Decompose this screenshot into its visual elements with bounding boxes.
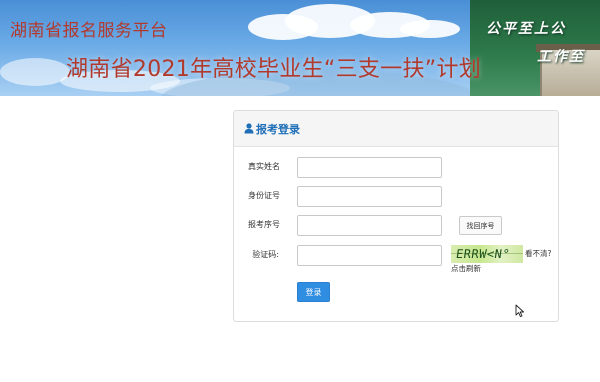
header-banner: 湖南省报名服务平台 湖南省2021年高校毕业生“三支一扶”计划 公平至上公 工作…: [0, 0, 600, 96]
login-button[interactable]: 登录: [297, 282, 330, 302]
id-number-input[interactable]: [297, 186, 442, 207]
name-row: 真实姓名: [234, 157, 560, 179]
name-label: 真实姓名: [248, 162, 280, 171]
captcha-label: 验证码:: [252, 250, 279, 259]
login-panel-title: 报考登录: [256, 122, 300, 136]
captcha-row: 验证码: ERRW<N° 看不清? 点击刷新: [234, 245, 560, 273]
captcha-input[interactable]: [297, 245, 442, 266]
slogan-line-2: 工作至: [537, 49, 585, 65]
site-title: 湖南省报名服务平台: [10, 21, 168, 41]
login-panel: 报考登录 真实姓名 身份证号 报考序号 找回序号 验证码: ERRW<N° 看不…: [233, 110, 559, 322]
captcha-text: ERRW<N°: [455, 247, 512, 261]
captcha-refresh-link[interactable]: 点击刷新: [451, 263, 481, 274]
login-panel-header: 报考登录: [234, 111, 558, 147]
id-number-row: 身份证号: [234, 186, 560, 208]
banner-cloud: [400, 20, 460, 38]
user-icon: [244, 123, 254, 134]
mouse-cursor-icon: [515, 303, 525, 318]
serial-row: 报考序号 找回序号: [234, 215, 560, 237]
captcha-unclear-link[interactable]: 看不清?: [525, 248, 551, 259]
serial-label: 报考序号: [248, 220, 280, 229]
id-number-label: 身份证号: [248, 191, 280, 200]
slogan-line-1: 公平至上公: [486, 21, 566, 37]
find-serial-button[interactable]: 找回序号: [459, 216, 502, 235]
real-name-input[interactable]: [297, 157, 442, 178]
serial-number-input[interactable]: [297, 215, 442, 236]
plan-title: 湖南省2021年高校毕业生“三支一扶”计划: [66, 57, 482, 82]
captcha-image[interactable]: ERRW<N°: [451, 245, 523, 263]
